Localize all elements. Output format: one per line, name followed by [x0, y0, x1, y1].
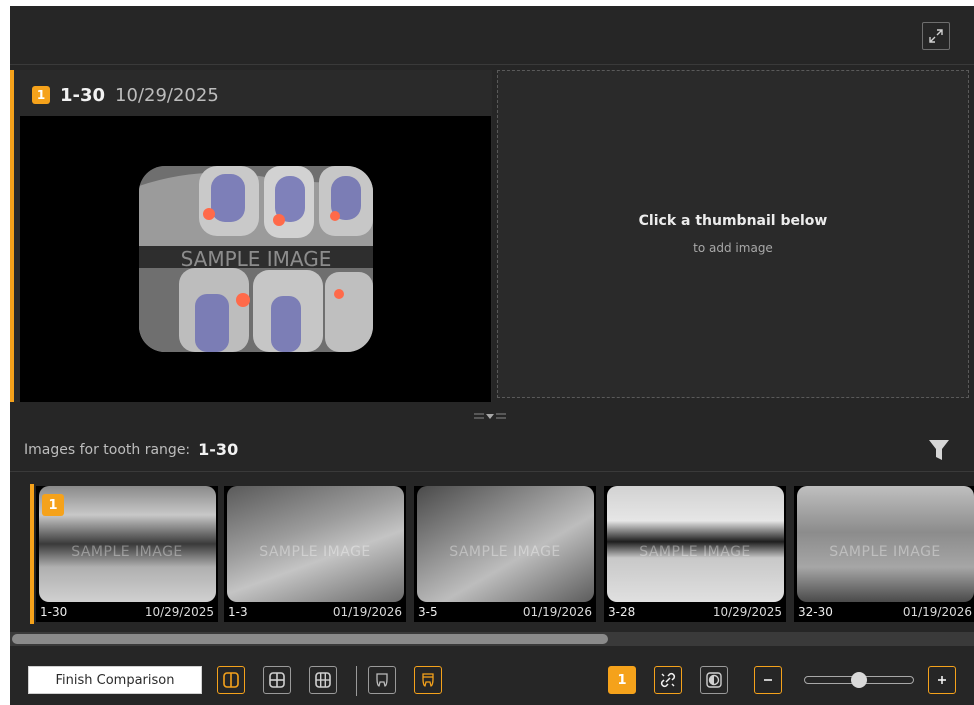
zoom-slider-knob[interactable]: [851, 672, 867, 688]
empty-pane-subtitle: to add image: [693, 241, 773, 255]
pane-tooth-range: 1-30: [60, 84, 106, 106]
layout-grid-2x2-icon: [269, 672, 285, 688]
thumbnail-caption: 1-30 10/29/2025: [40, 605, 214, 619]
selected-indicator: [10, 70, 14, 402]
thumbnail-range: 3-5: [418, 605, 438, 619]
zoom-out-button[interactable]: [754, 666, 782, 694]
watermark-text: SAMPLE IMAGE: [181, 247, 332, 271]
thumbnail-caption: 3-5 01/19/2026: [418, 605, 592, 619]
xray-image: SAMPLE IMAGE: [139, 166, 373, 352]
thumbnail-item[interactable]: SAMPLE IMAGE 3-28 10/29/2025: [604, 486, 786, 622]
filter-icon: [929, 440, 949, 460]
layout-two-column-icon: [223, 672, 239, 688]
tooth-icon: [376, 673, 388, 687]
thumbnail-badge: 1: [42, 494, 64, 516]
thumbnail-range: 3-28: [608, 605, 636, 619]
watermark-text: SAMPLE IMAGE: [639, 544, 751, 560]
link-toggle-button[interactable]: [654, 666, 682, 694]
thumbnail-range: 1-30: [40, 605, 68, 619]
lower-teeth-button[interactable]: [414, 666, 442, 694]
resize-handle[interactable]: [472, 406, 508, 419]
pane-header: 1 1-30 10/29/2025: [32, 84, 219, 106]
comparison-pane-left[interactable]: 1 1-30 10/29/2025 SAMPLE IMAGE: [10, 70, 492, 402]
filter-button[interactable]: [928, 438, 950, 462]
tooth-range-value: 1-30: [198, 440, 239, 459]
contrast-icon: [706, 672, 722, 688]
toolbar-divider: [356, 666, 357, 696]
top-bar: [10, 6, 974, 64]
divider: [10, 64, 974, 65]
plus-icon: [938, 676, 946, 684]
zoom-in-button[interactable]: [928, 666, 956, 694]
thumbnail-item[interactable]: SAMPLE IMAGE 1-3 01/19/2026: [224, 486, 406, 622]
tooth-lower-icon: [422, 673, 434, 687]
minus-icon: [764, 679, 772, 681]
layout-two-column-button[interactable]: [217, 666, 245, 694]
expand-icon: [929, 29, 943, 43]
tooth-range-label: Images for tooth range: 1-30: [24, 440, 238, 459]
pane-date: 10/29/2025: [115, 84, 219, 106]
empty-pane-title: Click a thumbnail below: [638, 213, 828, 229]
horizontal-scrollbar[interactable]: [10, 632, 974, 646]
thumbnail-caption: 1-3 01/19/2026: [228, 605, 402, 619]
pane-badge: 1: [32, 86, 50, 104]
tooth-range-bar: Images for tooth range: 1-30: [10, 430, 974, 470]
thumbnail-date: 10/29/2025: [144, 605, 214, 619]
layout-grid-2x2-button[interactable]: [263, 666, 291, 694]
xray-viewer[interactable]: SAMPLE IMAGE: [20, 116, 491, 402]
image-count-badge[interactable]: 1: [608, 666, 636, 694]
thumbnail-range: 32-30: [798, 605, 833, 619]
upper-teeth-button[interactable]: [368, 666, 396, 694]
thumbnail-item[interactable]: SAMPLE IMAGE 3-5 01/19/2026: [414, 486, 596, 622]
contrast-button[interactable]: [700, 666, 728, 694]
thumbnail-strip[interactable]: 1 SAMPLE IMAGE 1-30 10/29/2025 SAMPLE IM…: [10, 480, 974, 628]
thumbnail-date: 01/19/2026: [902, 605, 972, 619]
comparison-window: 1 1-30 10/29/2025 SAMPLE IMAGE Click a t…: [10, 6, 974, 705]
thumbnail-date: 01/19/2026: [522, 605, 592, 619]
bottom-toolbar: Finish Comparison 1: [10, 652, 974, 705]
unlink-icon: [660, 672, 676, 688]
divider: [10, 471, 974, 472]
thumbnail-date: 01/19/2026: [332, 605, 402, 619]
watermark-text: SAMPLE IMAGE: [71, 544, 183, 560]
thumbnail-range: 1-3: [228, 605, 248, 619]
comparison-pane-right[interactable]: Click a thumbnail below to add image: [497, 70, 969, 398]
finish-comparison-button[interactable]: Finish Comparison: [28, 666, 202, 694]
thumbnail-item[interactable]: SAMPLE IMAGE 32-30 01/19/2026: [794, 486, 974, 622]
thumbnail-caption: 3-28 10/29/2025: [608, 605, 782, 619]
layout-grid-3x3-icon: [315, 672, 331, 688]
expand-button[interactable]: [922, 22, 950, 50]
tooth-range-caption: Images for tooth range:: [24, 441, 191, 458]
thumbnail-date: 10/29/2025: [712, 605, 782, 619]
watermark-text: SAMPLE IMAGE: [259, 544, 371, 560]
scrollbar-thumb[interactable]: [12, 634, 608, 644]
layout-grid-3x3-button[interactable]: [309, 666, 337, 694]
splitter-icon: [474, 413, 506, 419]
watermark-text: SAMPLE IMAGE: [829, 544, 941, 560]
thumbnail-item[interactable]: 1 SAMPLE IMAGE 1-30 10/29/2025: [30, 484, 218, 624]
watermark-text: SAMPLE IMAGE: [449, 544, 561, 560]
thumbnail-caption: 32-30 01/19/2026: [798, 605, 972, 619]
